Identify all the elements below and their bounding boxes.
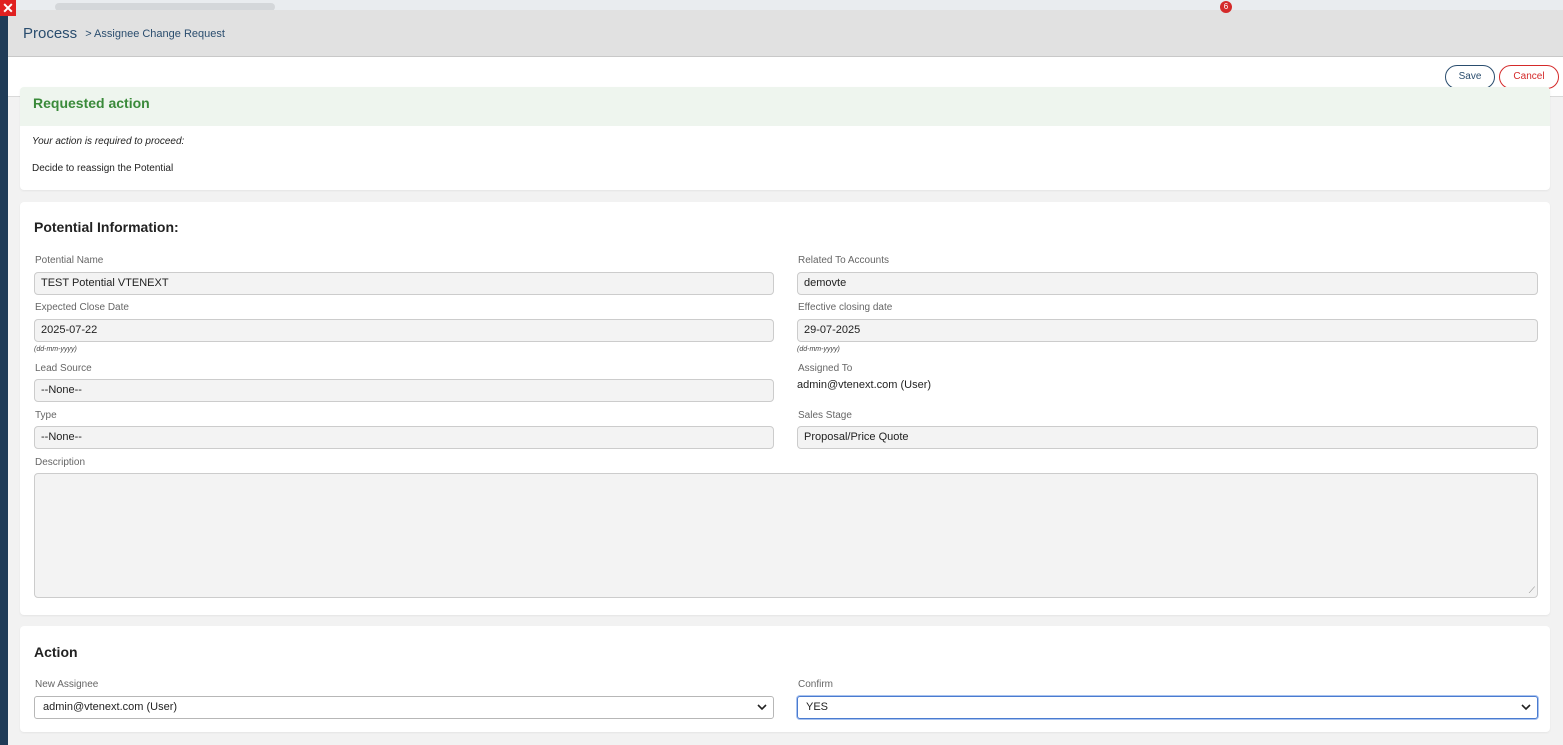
potential-name-field[interactable]: TEST Potential VTENEXT (34, 272, 774, 295)
process-modal: Process > Assignee Change Request Save C… (8, 10, 1563, 745)
description-label: Description (35, 457, 86, 468)
effective-closing-date-field[interactable]: 29-07-2025 (797, 319, 1538, 342)
cancel-button[interactable]: Cancel (1499, 64, 1559, 89)
expected-close-date-label: Expected Close Date (35, 302, 129, 313)
requested-action-header: Requested action (20, 87, 1550, 126)
lead-source-label: Lead Source (35, 363, 92, 374)
confirm-select[interactable]: YES (797, 696, 1538, 719)
resize-handle-icon[interactable]: ⟋ (1529, 585, 1535, 596)
new-assignee-select[interactable]: admin@vtenext.com (User) (34, 696, 774, 719)
potential-name-label: Potential Name (35, 255, 104, 266)
description-textarea[interactable]: ⟋ (34, 473, 1538, 598)
expected-close-date-field[interactable]: 2025-07-22 (34, 319, 774, 342)
type-field[interactable]: --None-- (34, 426, 774, 449)
close-icon[interactable]: ✕ (0, 0, 16, 16)
assigned-to-label: Assigned To (798, 363, 853, 374)
related-to-label: Related To Accounts (798, 255, 889, 266)
action-title: Action (34, 644, 78, 660)
effective-closing-date-label: Effective closing date (798, 302, 893, 313)
assigned-to-value: admin@vtenext.com (User) (797, 379, 932, 391)
new-assignee-value: admin@vtenext.com (User) (43, 701, 178, 713)
sales-stage-field[interactable]: Proposal/Price Quote (797, 426, 1538, 449)
background-sidebar (0, 0, 8, 745)
modal-title[interactable]: Process (23, 25, 77, 42)
save-button[interactable]: Save (1445, 64, 1495, 89)
potential-information-card: Potential Information: Potential Name TE… (20, 202, 1550, 615)
lead-source-field[interactable]: --None-- (34, 379, 774, 402)
notification-badge: 6 (1220, 1, 1232, 13)
expected-close-date-hint: (dd-mm-yyyy) (34, 346, 77, 353)
related-to-field[interactable]: demovte (797, 272, 1538, 295)
chevron-down-icon (1521, 704, 1531, 711)
chevron-down-icon (757, 704, 767, 711)
breadcrumb: > Assignee Change Request (85, 28, 225, 40)
requested-action-card: Requested action Your action is required… (20, 87, 1550, 190)
action-card: Action New Assignee admin@vtenext.com (U… (20, 626, 1550, 732)
requested-action-message: Decide to reassign the Potential (32, 163, 174, 174)
effective-closing-date-hint: (dd-mm-yyyy) (797, 346, 840, 353)
new-assignee-label: New Assignee (35, 679, 99, 690)
potential-information-title: Potential Information: (34, 219, 179, 235)
requested-action-title: Requested action (33, 95, 150, 111)
confirm-label: Confirm (798, 679, 834, 690)
confirm-value: YES (806, 701, 829, 713)
requested-action-subtitle: Your action is required to proceed: (32, 136, 185, 147)
sales-stage-label: Sales Stage (798, 410, 852, 421)
modal-header: Process > Assignee Change Request (8, 10, 1563, 57)
type-label: Type (35, 410, 57, 421)
